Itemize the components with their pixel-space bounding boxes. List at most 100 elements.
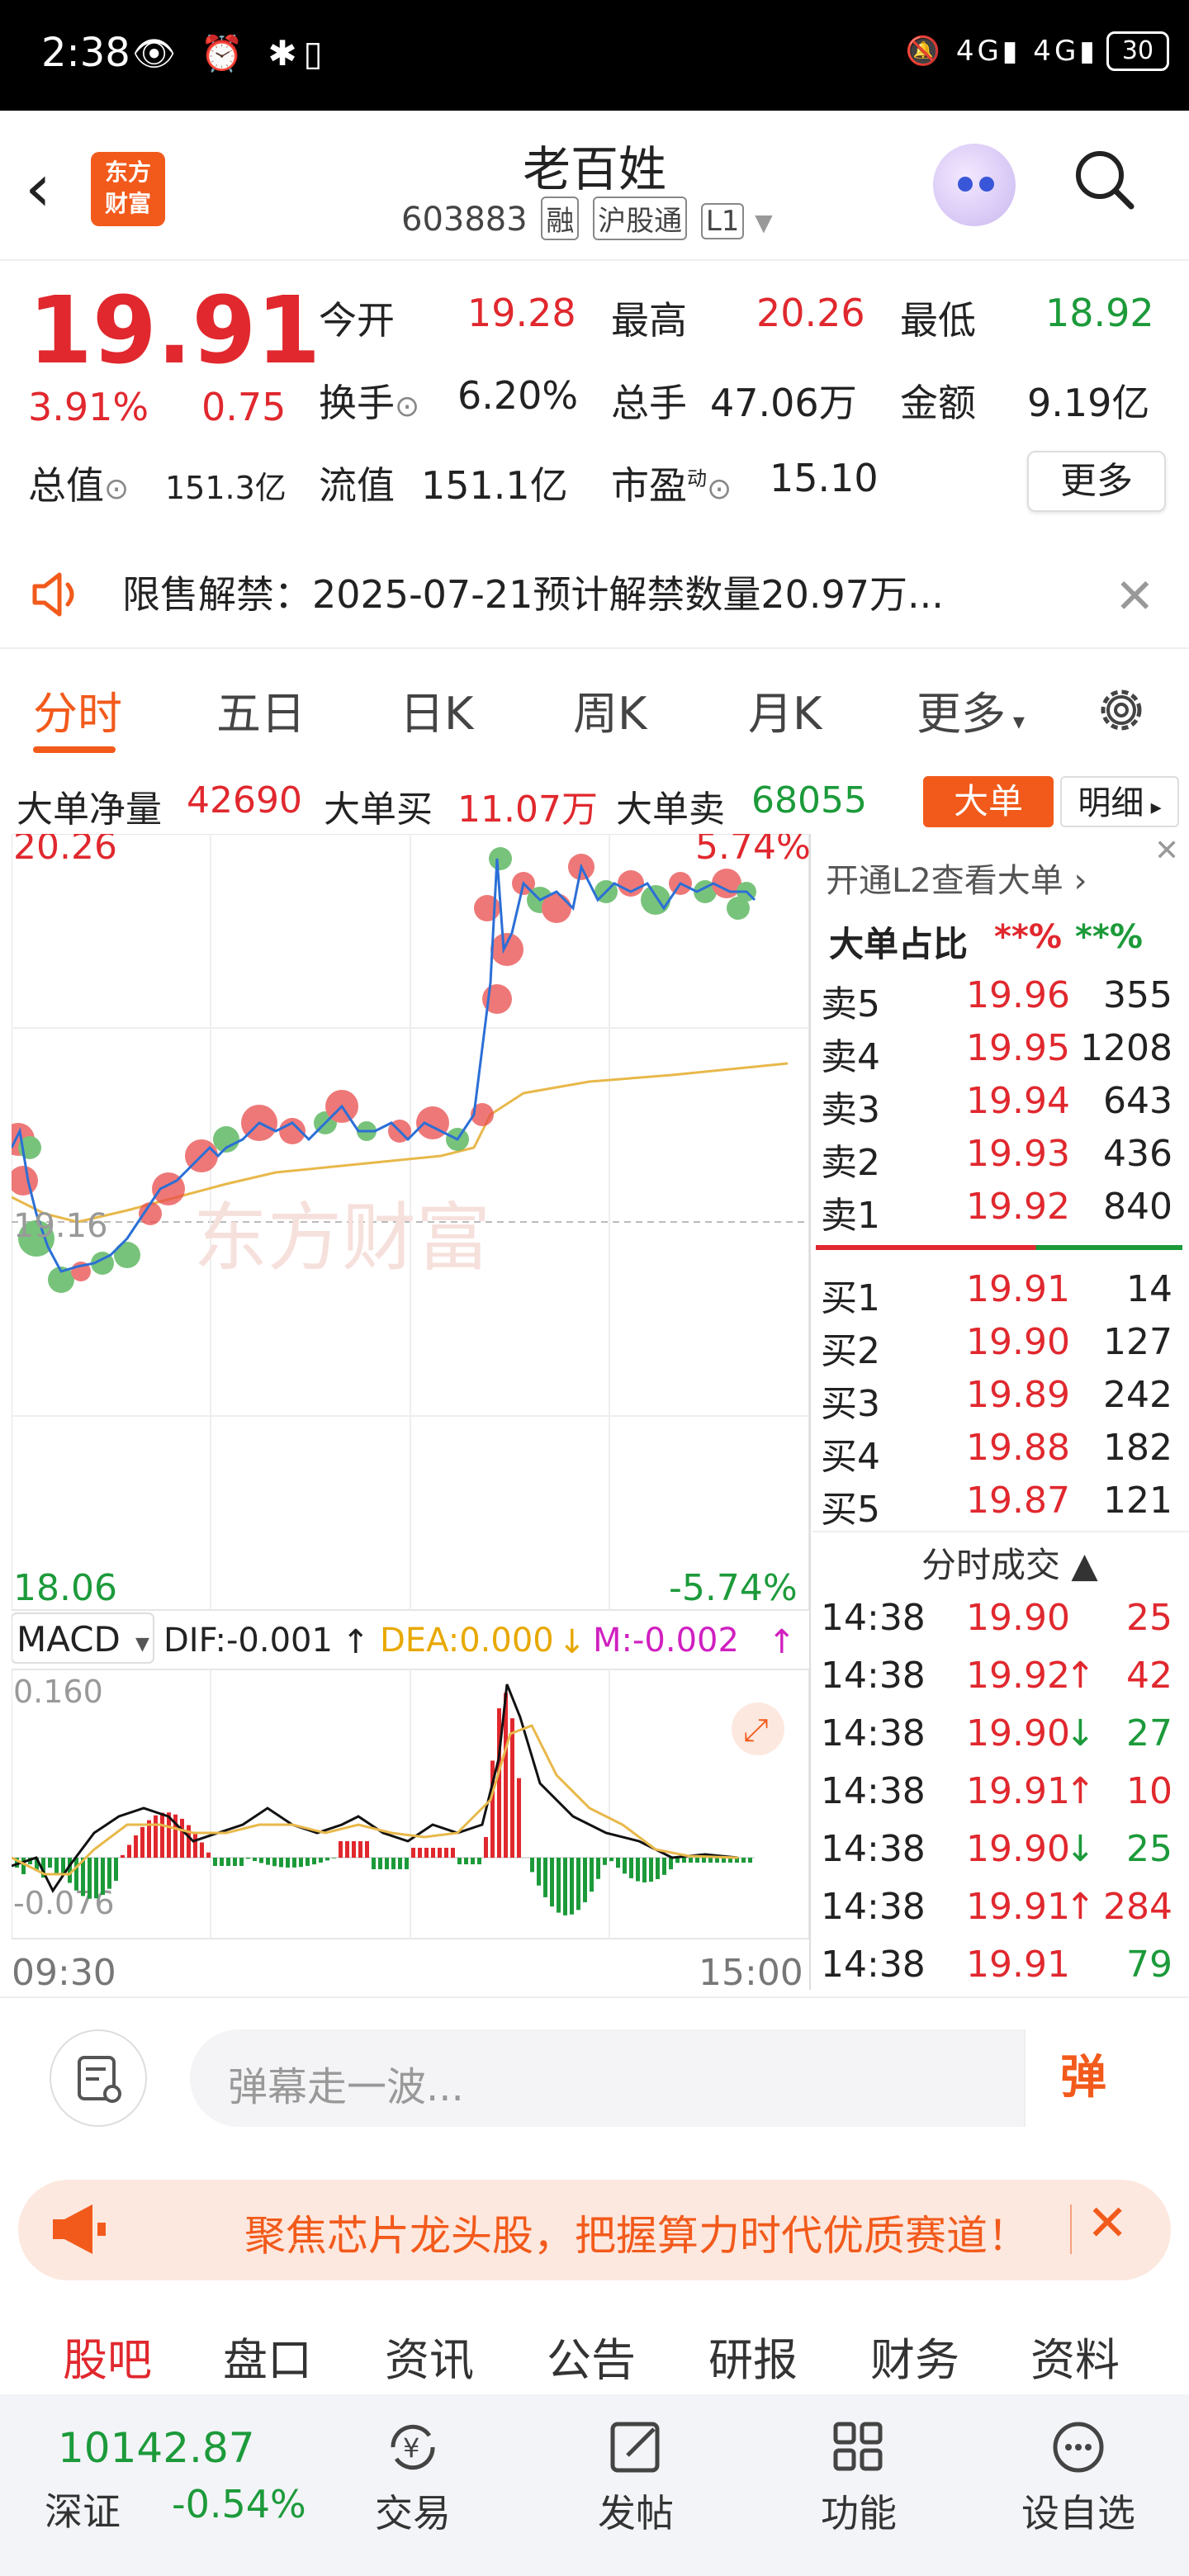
chart-mid-price: 19.16 bbox=[13, 1207, 108, 1245]
macd-bar bbox=[451, 1848, 455, 1858]
macd-bar bbox=[193, 1833, 197, 1858]
ask-row-label: 卖2 bbox=[821, 1142, 880, 1184]
index-name[interactable]: 深证 bbox=[45, 2482, 121, 2536]
tab-intraday[interactable]: 分时 bbox=[33, 677, 122, 742]
tab-announcement[interactable]: 公告 bbox=[547, 2323, 636, 2389]
trade-price: 19.92 bbox=[966, 1655, 1070, 1697]
trade-volume: 284 bbox=[1103, 1886, 1172, 1928]
trade-price: 19.90 bbox=[966, 1828, 1070, 1870]
big-order-button[interactable]: 大单 bbox=[923, 776, 1054, 827]
tab-five-day[interactable]: 五日 bbox=[216, 677, 306, 742]
detail-button[interactable]: 明细 ▸ bbox=[1060, 776, 1179, 827]
stock-code-line[interactable]: 603883 融 沪股通 L1 ▼ bbox=[401, 197, 773, 240]
macd-bar bbox=[596, 1858, 600, 1879]
macd-bar bbox=[471, 1858, 475, 1864]
ask-row-price: 19.94 bbox=[966, 1080, 1070, 1122]
nav-add-watch-label: 设自选 bbox=[1021, 2491, 1135, 2536]
intraday-chart[interactable]: 东方财富 20.26 5.74% 19.16 18.06 -5.74% MACD… bbox=[12, 834, 809, 1998]
tab-guba[interactable]: 股吧 bbox=[63, 2323, 152, 2389]
comment-list-icon[interactable] bbox=[50, 2029, 147, 2127]
ask-row[interactable]: 卖2 19.93 436 bbox=[817, 1133, 1181, 1186]
macd-bar bbox=[200, 1842, 204, 1858]
l2-link[interactable]: 开通L2查看大单 › bbox=[826, 854, 1087, 902]
robot-assistant-icon[interactable] bbox=[933, 144, 1016, 226]
start-time: 09:30 bbox=[12, 1952, 116, 1994]
trade-price: 19.90 bbox=[966, 1597, 1070, 1639]
edit-icon bbox=[610, 2422, 660, 2473]
stock-name: 老百姓 bbox=[522, 141, 666, 197]
notice-bar[interactable]: 限售解禁：2025-07-21预计解禁数量20.97万... ✕ bbox=[0, 537, 1189, 649]
tab-pankou[interactable]: 盘口 bbox=[223, 2323, 312, 2389]
yen-refresh-icon: ¥ bbox=[391, 2424, 435, 2470]
tab-news[interactable]: 资讯 bbox=[385, 2323, 474, 2389]
macd-bar bbox=[477, 1858, 481, 1864]
ask-row-price: 19.96 bbox=[966, 974, 1070, 1016]
index-value[interactable]: 10142.87 bbox=[58, 2424, 255, 2472]
nav-add-watch[interactable]: 设自选 bbox=[1021, 2414, 1136, 2538]
tab-daily-k[interactable]: 日K bbox=[400, 677, 473, 742]
macd-bar bbox=[352, 1841, 356, 1858]
trades-header[interactable]: 分时成交 ▲ bbox=[921, 1537, 1098, 1588]
tag-connect: 沪股通 bbox=[593, 197, 688, 240]
nav-function[interactable]: 功能 bbox=[809, 2414, 908, 2538]
close-icon[interactable]: ✕ bbox=[1154, 834, 1179, 868]
trade-time: 14:38 bbox=[821, 1655, 926, 1697]
ask-row[interactable]: 卖3 19.94 643 bbox=[817, 1080, 1181, 1133]
tab-more[interactable]: 更多 ▾ bbox=[917, 677, 1025, 742]
bid-row[interactable]: 买2 19.90 127 bbox=[817, 1321, 1181, 1374]
bid-row[interactable]: 买3 19.89 242 bbox=[817, 1374, 1181, 1427]
tab-research[interactable]: 研报 bbox=[708, 2323, 798, 2389]
search-icon[interactable] bbox=[1073, 149, 1135, 210]
macd-bar bbox=[88, 1858, 92, 1899]
status-signal-icons: 🔕 4G▮ 4G▮ bbox=[905, 35, 1098, 68]
nav-post[interactable]: 发帖 bbox=[586, 2414, 685, 2538]
tab-finance[interactable]: 财务 bbox=[870, 2323, 959, 2389]
stock-header: ‹ 东方 财富 老百姓 603883 融 沪股通 L1 ▼ bbox=[0, 111, 1189, 261]
more-button[interactable]: 更多 bbox=[1027, 451, 1166, 512]
macd-dif: DIF:-0.001 bbox=[163, 1622, 333, 1660]
macd-bar bbox=[213, 1858, 217, 1866]
ask-row[interactable]: 卖1 19.92 840 bbox=[817, 1186, 1181, 1238]
net-label: 大单净量 bbox=[17, 788, 162, 831]
macd-bar bbox=[636, 1858, 640, 1882]
macd-bar bbox=[741, 1858, 746, 1863]
buy-label: 大单买 bbox=[324, 788, 433, 831]
macd-bar bbox=[583, 1858, 587, 1902]
ask-row[interactable]: 卖4 19.95 1208 bbox=[817, 1027, 1181, 1080]
index-change[interactable]: -0.54% bbox=[172, 2482, 306, 2526]
macd-bar bbox=[378, 1858, 382, 1869]
expand-icon[interactable]: ⤢ bbox=[732, 1702, 784, 1755]
speaker-icon bbox=[32, 572, 74, 617]
eastmoney-logo[interactable]: 东方 财富 bbox=[91, 152, 165, 226]
macd-bar bbox=[530, 1858, 534, 1873]
trade-arrow-icon: ↑ bbox=[1065, 1886, 1096, 1928]
trade-price: 19.91 bbox=[966, 1944, 1070, 1986]
chart-tabs: 分时 五日 日K 周K 月K 更多 ▾ bbox=[0, 661, 1189, 760]
danmu-send-button[interactable]: 弹 bbox=[1024, 2029, 1141, 2127]
bid-row-label: 买5 bbox=[821, 1489, 880, 1531]
nav-post-label: 发帖 bbox=[598, 2491, 674, 2536]
ask-row-label: 卖3 bbox=[821, 1089, 880, 1131]
back-arrow-icon[interactable]: ‹ bbox=[25, 155, 51, 221]
macd-bar bbox=[74, 1858, 78, 1891]
bid-row-price: 19.89 bbox=[966, 1374, 1070, 1416]
tab-monthly-k[interactable]: 月K bbox=[748, 677, 822, 742]
bid-row[interactable]: 买5 19.87 121 bbox=[817, 1480, 1181, 1532]
tab-profile[interactable]: 资料 bbox=[1030, 2323, 1120, 2389]
macd-bar bbox=[21, 1858, 26, 1874]
bid-ask-ratio-bar bbox=[816, 1245, 1182, 1250]
nav-function-label: 功能 bbox=[821, 2491, 897, 2536]
bid-row[interactable]: 买4 19.88 182 bbox=[817, 1427, 1181, 1480]
tab-weekly-k[interactable]: 周K bbox=[573, 677, 647, 742]
nav-trade[interactable]: ¥ 交易 bbox=[363, 2414, 462, 2538]
close-icon[interactable]: ✕ bbox=[1087, 2195, 1128, 2252]
bid-row[interactable]: 买1 19.91 14 bbox=[817, 1268, 1181, 1321]
trade-row: 14:38 19.91 79 bbox=[817, 1944, 1181, 1996]
gear-icon[interactable] bbox=[1095, 684, 1148, 736]
macd-bar bbox=[570, 1858, 574, 1915]
current-price: 19.91 bbox=[28, 277, 321, 385]
ask-row[interactable]: 卖5 19.96 355 bbox=[817, 974, 1181, 1027]
sell-label: 大单卖 bbox=[616, 788, 725, 831]
close-icon[interactable]: ✕ bbox=[1115, 568, 1155, 624]
more-dots-icon bbox=[1053, 2422, 1104, 2473]
